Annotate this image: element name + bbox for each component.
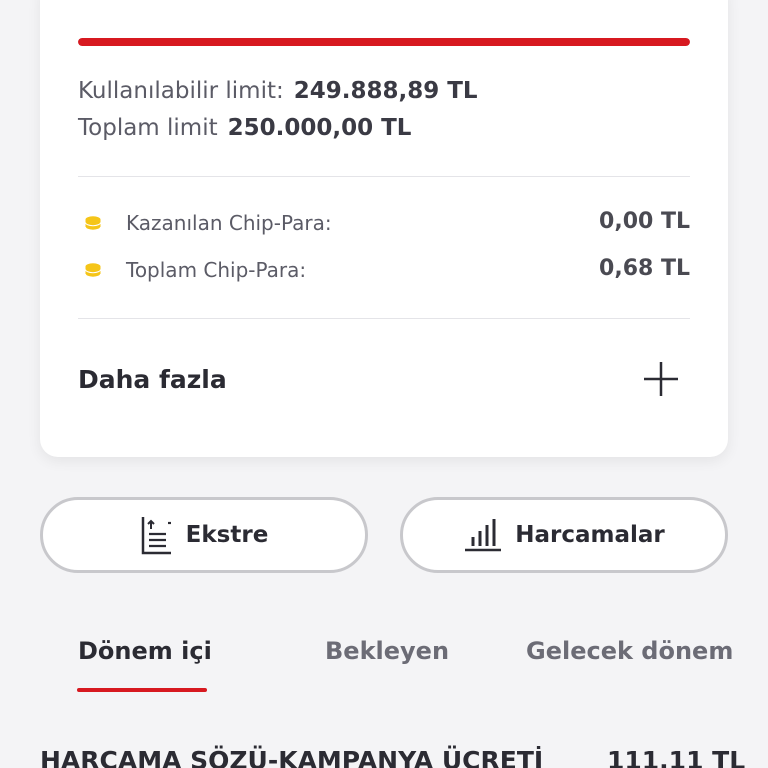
divider bbox=[78, 176, 690, 177]
earned-chip-para-row: Kazanılan Chip-Para: 0,00 TL bbox=[78, 209, 690, 239]
total-limit-label: Toplam limit bbox=[78, 115, 218, 141]
total-chip-para-value: 0,68 TL bbox=[599, 256, 690, 281]
active-tab-indicator bbox=[77, 688, 207, 692]
transaction-amount: 111,11 TL bbox=[607, 746, 746, 768]
spending-button-label: Harcamalar bbox=[515, 522, 665, 548]
limit-progress-bar bbox=[78, 38, 690, 46]
bar-chart-icon bbox=[465, 519, 502, 552]
total-chip-para-label: Toplam Chip-Para: bbox=[126, 258, 307, 282]
more-details-toggle[interactable]: Daha fazla bbox=[78, 355, 690, 405]
spending-button[interactable]: Harcamalar bbox=[400, 497, 728, 573]
statement-button[interactable]: Ekstre bbox=[40, 497, 368, 573]
statement-icon bbox=[141, 517, 171, 555]
available-limit-row: Kullanılabilir limit: 249.888,89 TL bbox=[78, 78, 478, 104]
transaction-title[interactable]: HARCAMA SÖZÜ-KAMPANYA ÜCRETİ bbox=[40, 746, 543, 768]
tab-current-period[interactable]: Dönem içi bbox=[78, 637, 212, 665]
coin-icon bbox=[85, 216, 101, 231]
tab-next-period[interactable]: Gelecek dönem bbox=[526, 637, 733, 665]
available-limit-label: Kullanılabilir limit: bbox=[78, 78, 284, 104]
tab-pending[interactable]: Bekleyen bbox=[325, 637, 449, 665]
divider bbox=[78, 318, 690, 319]
total-limit-row: Toplam limit 250.000,00 TL bbox=[78, 115, 411, 141]
statement-button-label: Ekstre bbox=[185, 522, 269, 548]
card-summary: Kullanılabilir limit: 249.888,89 TL Topla… bbox=[40, 0, 728, 457]
limit-progress-fill bbox=[78, 38, 690, 46]
earned-chip-para-value: 0,00 TL bbox=[599, 209, 690, 234]
total-limit-value: 250.000,00 TL bbox=[227, 115, 412, 141]
total-chip-para-row: Toplam Chip-Para: 0,68 TL bbox=[78, 256, 690, 286]
plus-icon[interactable] bbox=[642, 360, 680, 398]
coin-icon bbox=[85, 263, 101, 278]
more-details-label: Daha fazla bbox=[78, 365, 227, 394]
available-limit-value: 249.888,89 TL bbox=[293, 78, 478, 104]
earned-chip-para-label: Kazanılan Chip-Para: bbox=[126, 211, 332, 235]
